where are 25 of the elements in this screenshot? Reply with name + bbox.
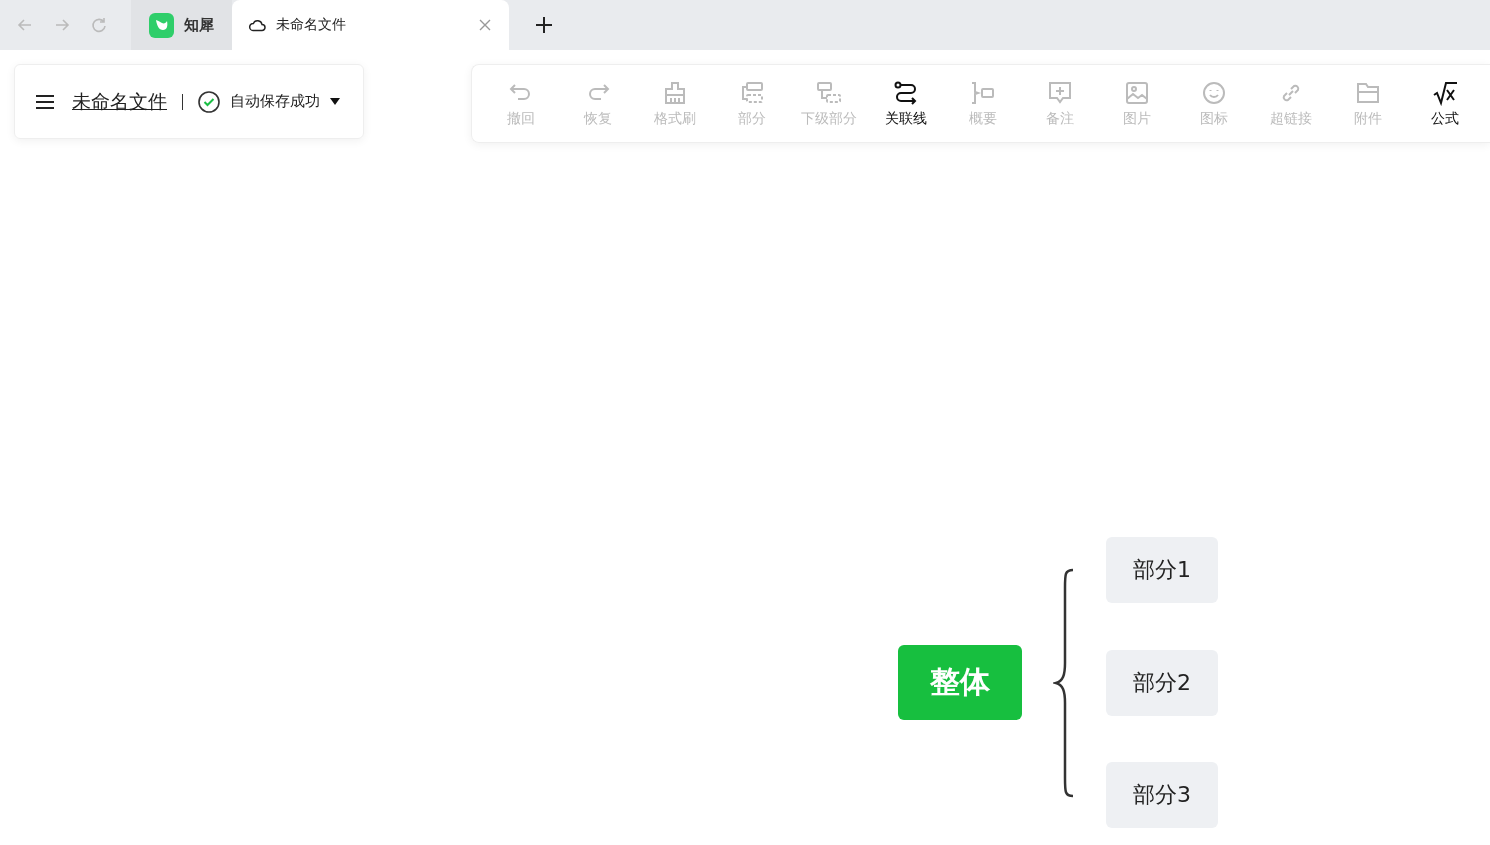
subtopic[interactable]: 部分2 [1106,649,1218,716]
curve-icon [892,79,919,106]
comment-icon [1046,79,1073,106]
reload-icon[interactable] [90,16,108,34]
file-name[interactable]: 未命名文件 [72,88,167,115]
browser-tab[interactable]: 未命名文件 [232,0,509,50]
dropdown-caret-icon[interactable] [330,98,340,105]
new-tab-icon[interactable] [535,16,553,34]
smiley-icon [1200,79,1227,106]
menu-icon[interactable] [35,93,55,110]
save-status: 自动保存成功 [230,92,320,111]
close-icon[interactable] [479,19,491,31]
subtopic[interactable]: 部分3 [1106,762,1218,828]
toolbar-button[interactable]: 公式 [1406,79,1483,128]
cloud-icon [248,18,266,32]
check-circle-icon [198,90,220,113]
app-logo-icon [149,12,174,38]
root-icon [1431,79,1458,106]
browser-tab[interactable]: 知犀 [131,0,232,50]
root-topic[interactable]: 整体 [898,645,1022,720]
nodes-icon [815,79,842,106]
image-icon [1123,79,1150,106]
subtopic[interactable]: 部分1 [1106,537,1218,603]
bracket-icon [969,79,996,106]
toolbar-button[interactable]: 关联线 [867,79,944,128]
